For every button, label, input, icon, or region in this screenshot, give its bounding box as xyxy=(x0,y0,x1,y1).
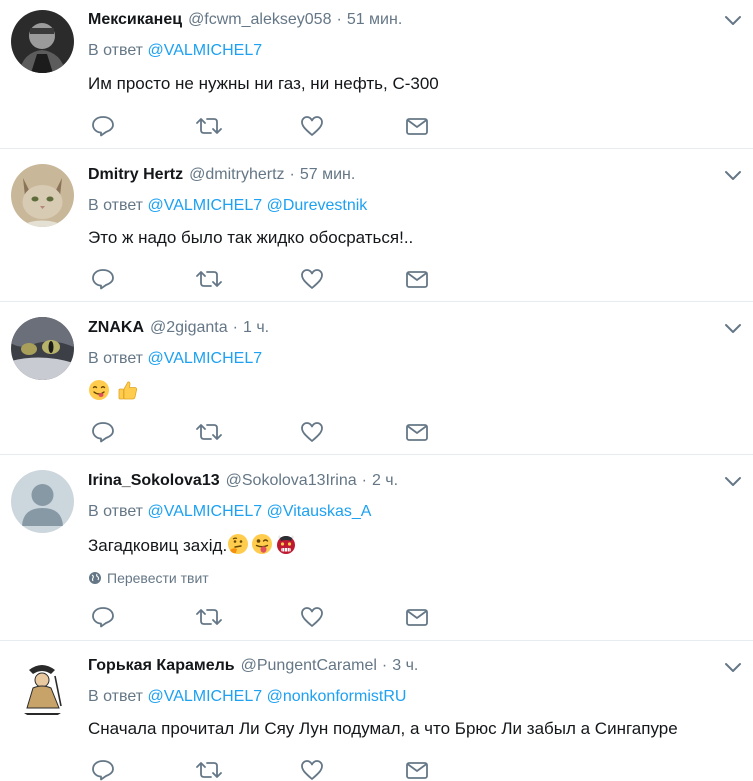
mention-link[interactable]: @VALMICHEL7 xyxy=(147,197,262,214)
mention-link[interactable]: @VALMICHEL7 xyxy=(147,350,262,367)
tweet-header: Горькая Карамель @PungentCaramel · 3 ч. xyxy=(88,655,418,677)
reply-prefix: В ответ xyxy=(88,42,144,59)
tweet[interactable]: Горькая Карамель @PungentCaramel · 3 ч. В о… xyxy=(0,641,753,781)
tweet[interactable]: ZNAKA @2giganta · 1 ч. В ответ @VALMICHEL7 xyxy=(0,302,753,455)
tweet-text-content: Загадковиц захід. xyxy=(88,536,228,555)
retweet-icon[interactable] xyxy=(196,606,222,628)
translate-tweet-link[interactable]: Перевести твит xyxy=(88,569,209,587)
direct-message-icon[interactable] xyxy=(405,759,429,781)
author-handle[interactable]: @2giganta xyxy=(150,319,228,336)
timestamp[interactable]: 51 мин. xyxy=(347,11,402,28)
separator-dot: · xyxy=(336,11,342,28)
author-handle[interactable]: @Sokolova13Irina xyxy=(226,472,357,489)
tweet-actions xyxy=(91,759,431,781)
mention-link[interactable]: @Vitauskas_A xyxy=(267,503,372,520)
tweet-actions xyxy=(91,115,431,137)
direct-message-icon[interactable] xyxy=(405,115,429,137)
tweet[interactable]: Мексиканец @fcwm_aleksey058 · 51 мин. В отв… xyxy=(0,0,753,149)
reply-prefix: В ответ xyxy=(88,688,144,705)
reply-icon[interactable] xyxy=(91,421,115,443)
timestamp[interactable]: 3 ч. xyxy=(392,657,418,674)
avatar[interactable] xyxy=(11,10,74,73)
like-heart-icon[interactable] xyxy=(300,759,324,781)
chevron-down-icon[interactable] xyxy=(724,321,742,335)
like-heart-icon[interactable] xyxy=(300,421,324,443)
ogre-mask-emoji xyxy=(277,535,296,554)
separator-dot: · xyxy=(232,319,238,336)
reply-prefix: В ответ xyxy=(88,197,144,214)
reply-context: В ответ @VALMICHEL7 xyxy=(88,40,262,62)
timestamp[interactable]: 1 ч. xyxy=(243,319,269,336)
timestamp[interactable]: 57 мин. xyxy=(300,166,355,183)
chevron-down-icon[interactable] xyxy=(724,660,742,674)
direct-message-icon[interactable] xyxy=(405,606,429,628)
winking-tongue-emoji xyxy=(252,534,273,554)
author-name[interactable]: Irina_Sokolova13 xyxy=(88,472,220,489)
author-handle[interactable]: @PungentCaramel xyxy=(241,657,377,674)
reply-icon[interactable] xyxy=(91,759,115,781)
tweet-text: Им просто не нужны ни газ, ни нефть, С-3… xyxy=(88,74,439,93)
reply-context: В ответ @VALMICHEL7 xyxy=(88,348,262,370)
tweet-header: Мексиканец @fcwm_aleksey058 · 51 мин. xyxy=(88,9,402,31)
timestamp[interactable]: 2 ч. xyxy=(372,472,398,489)
reply-icon[interactable] xyxy=(91,268,115,290)
direct-message-icon[interactable] xyxy=(405,421,429,443)
reply-prefix: В ответ xyxy=(88,350,144,367)
thumbs-up-emoji xyxy=(118,381,137,400)
tweet-header: ZNAKA @2giganta · 1 ч. xyxy=(88,317,269,339)
tweet-text xyxy=(88,379,141,403)
separator-dot: · xyxy=(361,472,367,489)
chevron-down-icon[interactable] xyxy=(724,168,742,182)
reply-icon[interactable] xyxy=(91,606,115,628)
like-heart-icon[interactable] xyxy=(300,606,324,628)
chevron-down-icon[interactable] xyxy=(724,474,742,488)
reply-context: В ответ @VALMICHEL7 @Vitauskas_A xyxy=(88,501,371,523)
retweet-icon[interactable] xyxy=(196,268,222,290)
author-handle[interactable]: @dmitryhertz xyxy=(189,166,284,183)
chevron-down-icon[interactable] xyxy=(724,13,742,27)
author-handle[interactable]: @fcwm_aleksey058 xyxy=(188,11,331,28)
reply-icon[interactable] xyxy=(91,115,115,137)
mention-link[interactable]: @Durevestnik xyxy=(267,197,368,214)
author-name[interactable]: ZNAKA xyxy=(88,319,144,336)
avatar[interactable] xyxy=(11,164,74,227)
reply-prefix: В ответ xyxy=(88,503,144,520)
tweet[interactable]: Irina_Sokolova13 @Sokolova13Irina · 2 ч. В … xyxy=(0,455,753,641)
mention-link[interactable]: @VALMICHEL7 xyxy=(147,42,262,59)
mention-link[interactable]: @nonkonformistRU xyxy=(267,688,407,705)
reply-context: В ответ @VALMICHEL7 @nonkonformistRU xyxy=(88,686,406,708)
thinking-face-emoji xyxy=(228,534,249,554)
tweet-actions xyxy=(91,606,431,628)
avatar[interactable] xyxy=(11,317,74,380)
author-name[interactable]: Горькая Карамель xyxy=(88,657,235,674)
like-heart-icon[interactable] xyxy=(300,268,324,290)
like-heart-icon[interactable] xyxy=(300,115,324,137)
retweet-icon[interactable] xyxy=(196,421,222,443)
separator-dot: · xyxy=(381,657,388,674)
tweet-actions xyxy=(91,421,431,443)
avatar[interactable] xyxy=(11,470,74,533)
tweet-header: Dmitry Hertz @dmitryhertz · 57 мин. xyxy=(88,164,355,186)
globe-icon xyxy=(89,572,101,584)
tweet-feed: Мексиканец @fcwm_aleksey058 · 51 мин. В отв… xyxy=(0,0,753,781)
mention-link[interactable]: @VALMICHEL7 xyxy=(147,503,262,520)
author-name[interactable]: Мексиканец xyxy=(88,11,182,28)
author-name[interactable]: Dmitry Hertz xyxy=(88,166,183,183)
yum-face-emoji xyxy=(89,380,109,400)
tweet-text: Это ж надо было так жидко обосраться!.. xyxy=(88,228,414,247)
translate-label[interactable]: Перевести твит xyxy=(107,570,209,586)
reply-context: В ответ @VALMICHEL7 @Durevestnik xyxy=(88,195,367,217)
tweet[interactable]: Dmitry Hertz @dmitryhertz · 57 мин. В ответ… xyxy=(0,149,753,302)
retweet-icon[interactable] xyxy=(196,115,222,137)
separator-dot: · xyxy=(289,166,295,183)
mention-link[interactable]: @VALMICHEL7 xyxy=(147,688,262,705)
retweet-icon[interactable] xyxy=(196,759,222,781)
avatar[interactable] xyxy=(11,656,74,719)
tweet-text: Сначала прочитал Ли Сяу Лун подумал, а ч… xyxy=(88,719,678,738)
tweet-actions xyxy=(91,268,431,290)
tweet-text: Загадковиц захід. xyxy=(88,533,299,557)
direct-message-icon[interactable] xyxy=(405,268,429,290)
tweet-header: Irina_Sokolova13 @Sokolova13Irina · 2 ч. xyxy=(88,470,398,492)
